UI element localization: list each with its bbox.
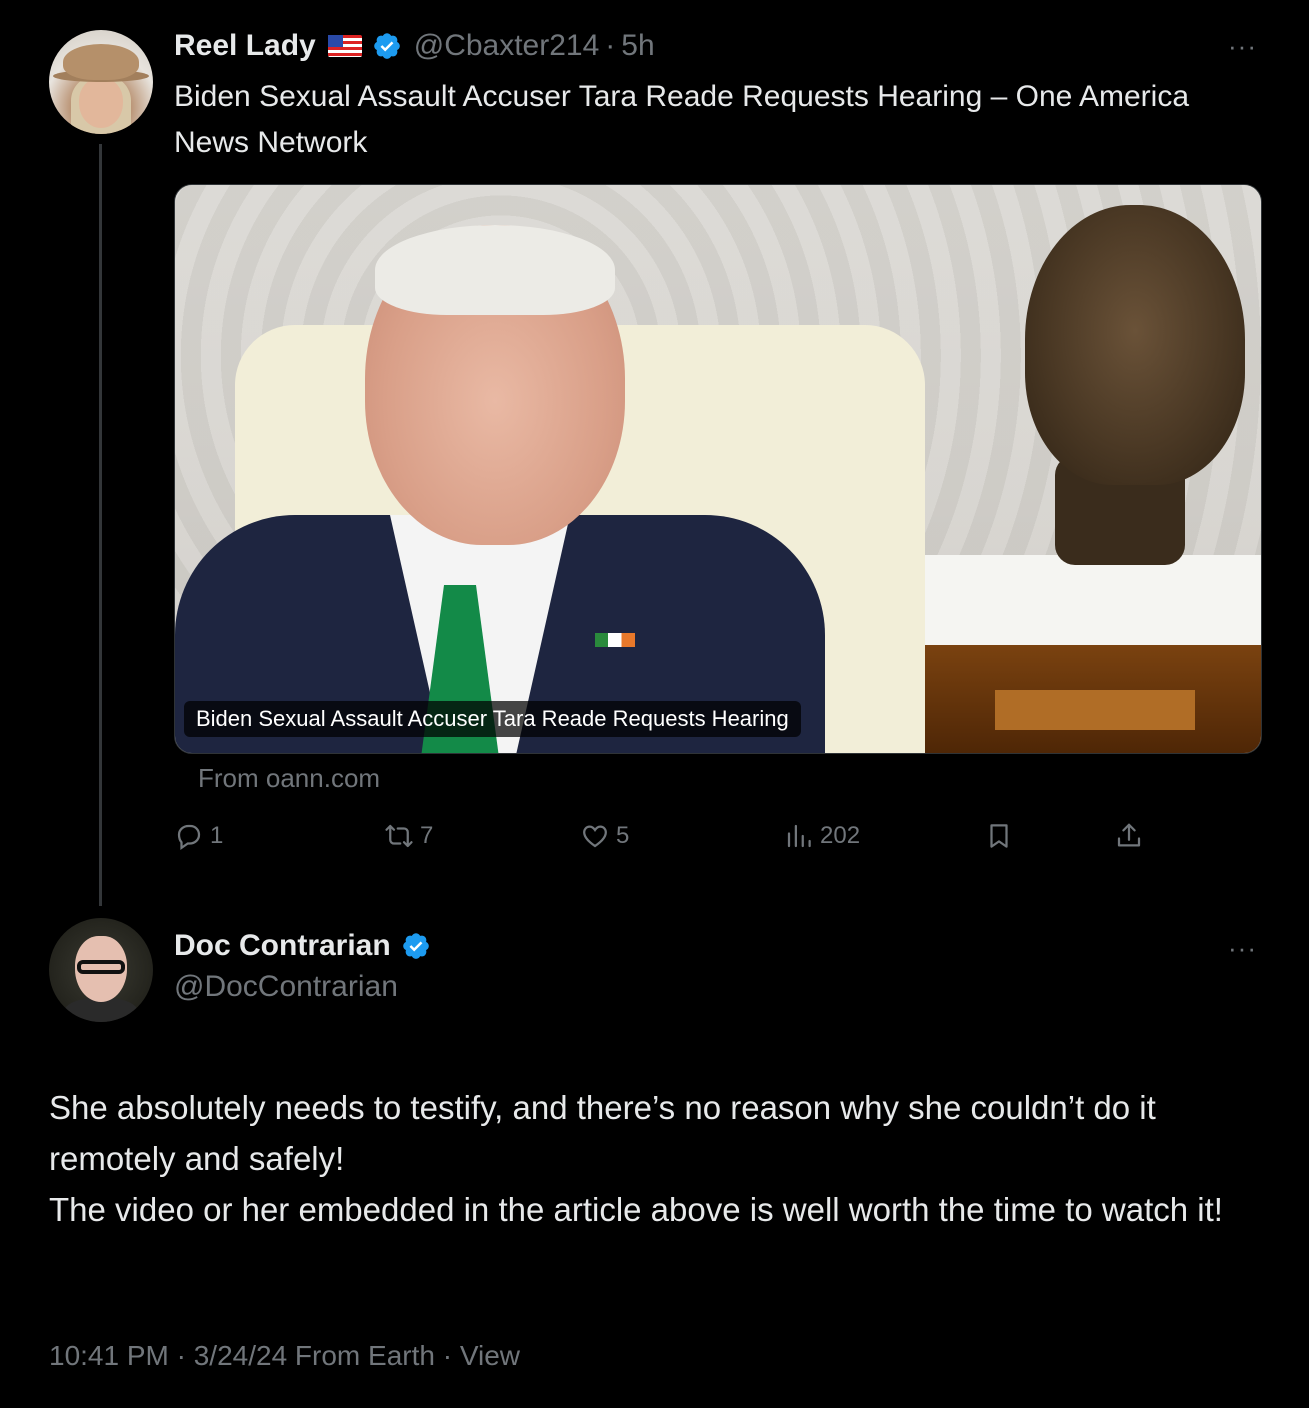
link-card-image[interactable] [174,184,1262,754]
verified-badge-icon[interactable] [401,931,431,961]
avatar-reel-lady[interactable] [49,30,153,134]
reply-icon [177,824,201,851]
views-count: 202 [820,822,861,849]
avatar-doc-contrarian[interactable] [49,918,153,1022]
repost-count: 7 [420,822,434,849]
tweet1-more-icon[interactable]: ··· [1228,33,1257,59]
tweet1-separator: · [605,29,616,62]
link-card-caption[interactable]: Biden Sexual Assault Accuser Tara Reade … [184,701,801,737]
tweet2-handle[interactable]: @DocContrarian [174,970,398,1004]
reply-button[interactable]: 1 [174,818,223,854]
tweet2-text: She absolutely needs to testify, and the… [49,1082,1269,1235]
like-count: 5 [616,822,630,849]
tweet2-display-name[interactable]: Doc Contrarian [174,929,391,963]
tweet1-timestamp[interactable]: 5h [621,29,654,63]
image-hair [375,225,615,315]
tweet2-text-line: She absolutely needs to testify, and the… [49,1089,1156,1177]
tweet2-more-icon[interactable]: ··· [1228,935,1257,961]
tweet2-header: Doc Contrarian [174,926,431,966]
image-shelf [905,555,1261,645]
views-chart-icon [787,824,811,848]
repost-button[interactable]: 7 [384,818,433,854]
tweet1-text: Biden Sexual Assault Accuser Tara Reade … [174,80,1190,159]
avatar-hat [63,44,139,80]
link-card-source[interactable]: From oann.com [198,763,380,794]
tweet2-meta[interactable]: 10:41 PM · 3/24/24 From Earth · View [49,1340,520,1372]
avatar-glasses [77,960,125,974]
us-flag-icon [327,35,362,57]
image-plaque [995,690,1195,730]
bookmark-button[interactable] [984,818,1014,854]
image-lapel-pin [595,633,635,647]
tweet2-text-line: The video or her embedded in the article… [49,1191,1223,1228]
thread-connector-line [99,144,102,906]
avatar-face [79,78,123,128]
heart-icon [583,825,607,848]
repost-icon [385,824,413,848]
tweet1-display-name[interactable]: Reel Lady [174,29,316,63]
tweet1-header: Reel Lady @Cbaxter214 · 5h [174,26,655,66]
share-icon [1117,823,1141,847]
image-bust-head [1025,205,1245,485]
tweet1-handle[interactable]: @Cbaxter214 [414,29,600,63]
verified-badge-icon[interactable] [372,31,402,61]
share-button[interactable] [1114,818,1144,854]
views-button[interactable]: 202 [784,818,860,854]
reply-count: 1 [210,822,224,849]
like-button[interactable]: 5 [580,818,629,854]
bookmark-icon [990,824,1008,848]
